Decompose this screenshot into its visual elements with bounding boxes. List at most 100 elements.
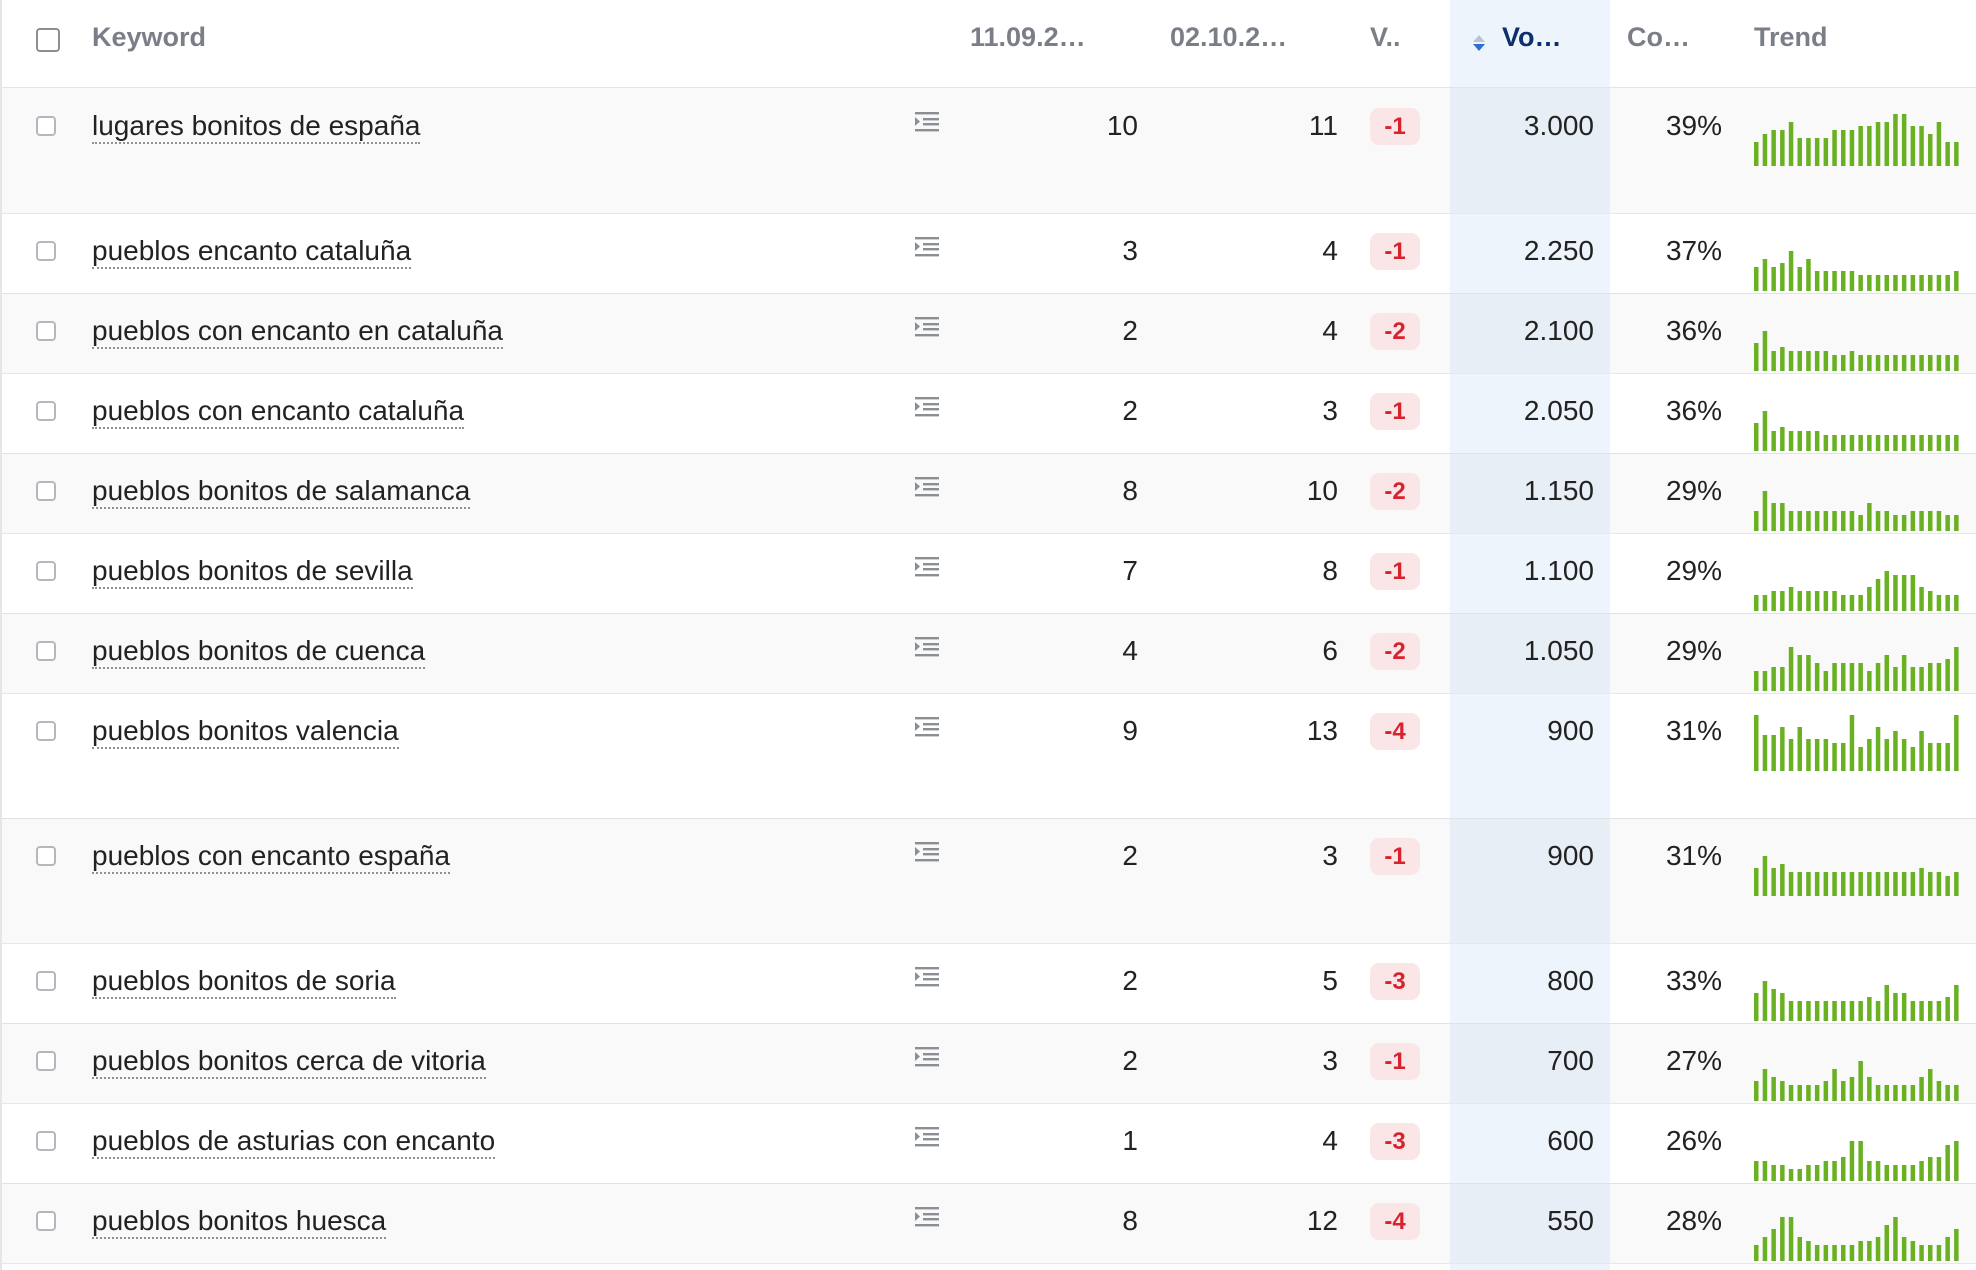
trend-bar [1762, 491, 1768, 531]
row-checkbox[interactable] [36, 241, 56, 261]
trend-bar [1780, 1217, 1785, 1261]
row-checkbox[interactable] [36, 481, 56, 501]
keyword-link[interactable]: pueblos de asturias con encanto [92, 1125, 496, 1159]
position-date1: 3 [1122, 235, 1138, 266]
trend-bar [1841, 130, 1846, 166]
trend-bar [1832, 1069, 1837, 1101]
keyword-link[interactable]: pueblos bonitos de cuenca [92, 635, 426, 669]
row-checkbox[interactable] [36, 641, 56, 661]
keyword-link[interactable]: pueblos con encanto cataluña [92, 395, 465, 429]
header-volume[interactable]: Vo… [1502, 22, 1562, 53]
row-checkbox[interactable] [36, 321, 56, 341]
header-trend[interactable]: Trend [1754, 22, 1828, 53]
trend-bar [1797, 591, 1802, 611]
serp-preview-icon[interactable] [914, 475, 940, 501]
keyword-link[interactable]: pueblos bonitos valencia [92, 715, 399, 749]
trend-bar [1797, 431, 1802, 451]
row-checkbox[interactable] [36, 1131, 56, 1151]
serp-preview-icon[interactable] [914, 395, 940, 421]
trend-bar [1814, 1245, 1820, 1261]
row-checkbox[interactable] [36, 721, 56, 741]
keyword-link[interactable]: lugares bonitos de españa [92, 110, 421, 144]
trend-bar [1919, 1245, 1924, 1261]
competition-value: 33% [1665, 965, 1722, 996]
serp-preview-icon[interactable] [914, 315, 940, 341]
row-checkbox[interactable] [36, 1051, 56, 1071]
position-date2: 4 [1322, 315, 1338, 346]
header-change[interactable]: V.. [1370, 22, 1401, 53]
position-date1: 8 [1122, 475, 1138, 506]
keyword-link[interactable]: pueblos encanto cataluña [92, 235, 412, 269]
trend-bar [1806, 1241, 1811, 1261]
row-checkbox[interactable] [36, 1211, 56, 1231]
row-checkbox[interactable] [36, 116, 56, 136]
trend-bar [1754, 511, 1759, 531]
trend-bar [1954, 1141, 1959, 1181]
serp-preview-icon[interactable] [914, 635, 940, 661]
keyword-link[interactable]: pueblos bonitos cerca de vitoria [92, 1045, 486, 1079]
keyword-link[interactable]: pueblos con encanto en cataluña [92, 315, 503, 349]
trend-sparkline [1754, 114, 1959, 166]
serp-preview-icon[interactable] [914, 1205, 940, 1231]
serp-preview-icon[interactable] [914, 840, 940, 866]
trend-bar [1788, 1169, 1794, 1181]
table-row: pueblos bonitos valencia 9 13 -4 900 31% [2, 693, 1976, 819]
trend-bar [1910, 1241, 1916, 1261]
trend-bar [1788, 1001, 1794, 1021]
trend-bar [1875, 122, 1881, 166]
change-badge: -2 [1370, 473, 1420, 510]
trend-bar [1884, 1225, 1889, 1261]
trend-bar [1954, 715, 1959, 771]
trend-bar [1910, 126, 1916, 166]
trend-bar [1928, 872, 1933, 896]
header-competition[interactable]: Co… [1627, 22, 1690, 53]
row-checkbox[interactable] [36, 401, 56, 421]
trend-bar [1910, 355, 1916, 371]
trend-bar [1901, 739, 1907, 771]
trend-bar [1919, 275, 1924, 291]
keyword-link[interactable]: pueblos bonitos de soria [92, 965, 396, 999]
trend-bar [1788, 431, 1794, 451]
keyword-link[interactable]: pueblos con encanto españa [92, 840, 451, 874]
trend-bar [1867, 435, 1872, 451]
serp-preview-icon[interactable] [914, 715, 940, 741]
keyword-link[interactable]: pueblos bonitos de sevilla [92, 555, 413, 589]
header-date2[interactable]: 02.10.2… [1170, 22, 1287, 53]
trend-bar [1762, 134, 1768, 166]
trend-bar [1762, 1069, 1768, 1101]
sort-icon[interactable] [1472, 33, 1486, 53]
serp-preview-icon[interactable] [914, 1125, 940, 1151]
trend-sparkline [1754, 981, 1959, 1021]
select-all-checkbox[interactable] [36, 28, 60, 52]
trend-bar [1849, 595, 1855, 611]
position-date2: 5 [1322, 965, 1338, 996]
trend-bar [1841, 595, 1846, 611]
table-row: pueblos con encanto en cataluña 2 4 -2 2.100… [2, 293, 1976, 374]
change-badge: -4 [1370, 1203, 1420, 1240]
competition-value: 36% [1665, 315, 1722, 346]
trend-bar [1875, 1085, 1881, 1101]
serp-preview-icon[interactable] [914, 110, 940, 136]
keyword-link[interactable]: pueblos bonitos huesca [92, 1205, 387, 1239]
trend-bar [1919, 1001, 1924, 1021]
row-checkbox[interactable] [36, 846, 56, 866]
trend-bar [1762, 331, 1768, 371]
position-date1: 2 [1122, 840, 1138, 871]
header-date1[interactable]: 11.09.2… [970, 22, 1086, 53]
trend-bar [1954, 1229, 1959, 1261]
serp-preview-icon[interactable] [914, 555, 940, 581]
trend-bar [1754, 1081, 1759, 1101]
trend-bar [1945, 997, 1950, 1021]
trend-bar [1875, 579, 1881, 611]
serp-preview-icon[interactable] [914, 965, 940, 991]
row-checkbox[interactable] [36, 971, 56, 991]
trend-bar [1954, 142, 1959, 166]
keyword-link[interactable]: pueblos bonitos de salamanca [92, 475, 471, 509]
position-date1: 2 [1122, 395, 1138, 426]
search-volume: 1.100 [1523, 555, 1594, 586]
serp-preview-icon[interactable] [914, 1045, 940, 1071]
serp-preview-icon[interactable] [914, 235, 940, 261]
row-checkbox[interactable] [36, 561, 56, 581]
trend-bar [1936, 1157, 1942, 1181]
header-keyword[interactable]: Keyword [92, 22, 206, 53]
